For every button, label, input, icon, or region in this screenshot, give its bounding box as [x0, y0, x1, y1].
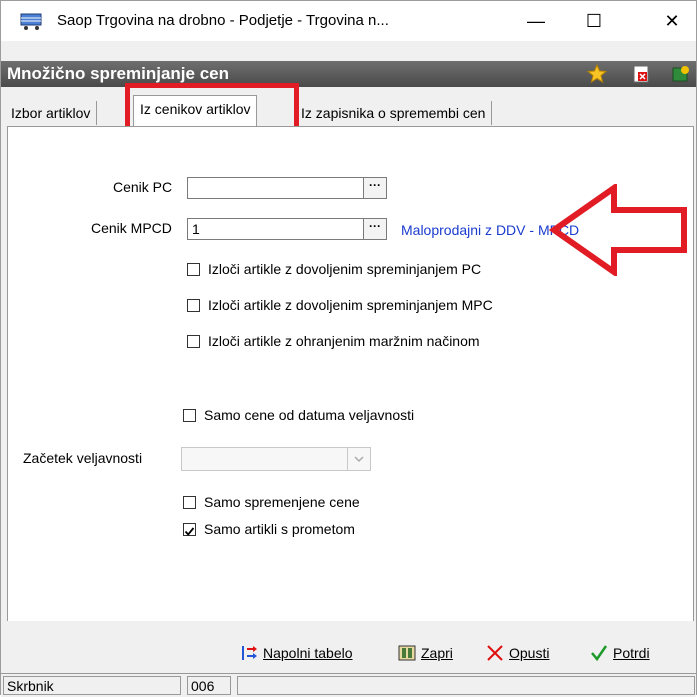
status-bar: Skrbnik 006	[1, 673, 696, 697]
cenik-pc-input[interactable]: ···	[187, 177, 387, 199]
tab-iz-zapisnika[interactable]: Iz zapisnika o spremembi cen	[295, 101, 493, 125]
checkbox-izloci-marzni[interactable]	[187, 335, 200, 348]
checkbox-izloci-pc[interactable]	[187, 263, 200, 276]
checkbox-samo-spremenjene-label: Samo spremenjene cene	[204, 494, 360, 510]
maximize-button[interactable]: ☐	[571, 1, 617, 41]
opusti-button[interactable]: Opusti	[485, 643, 549, 663]
minimize-button[interactable]: —	[513, 1, 559, 41]
checkmark-icon	[184, 527, 195, 536]
checkbox-izloci-pc-label: Izloči artikle z dovoljenim spreminjanje…	[208, 261, 482, 277]
checkbox-samo-cene-od-datuma-label: Samo cene od datuma veljavnosti	[204, 407, 415, 423]
status-user: Skrbnik	[3, 676, 181, 695]
cenik-pc-label: Cenik PC	[113, 179, 173, 195]
zapri-button[interactable]: Zapri	[397, 643, 453, 663]
red-arrow-annotation	[549, 184, 687, 276]
napolni-tabelo-label: Napolni tabelo	[263, 645, 353, 661]
application-window: Saop Trgovina na drobno - Podjetje - Trg…	[0, 0, 697, 697]
title-bar: Saop Trgovina na drobno - Podjetje - Trg…	[1, 1, 696, 41]
close-button[interactable]: ✕	[649, 1, 695, 41]
fill-table-icon	[242, 646, 257, 660]
status-message	[237, 676, 695, 695]
cenik-mpcd-value: 1	[192, 221, 200, 237]
checkbox-izloci-mpc-label: Izloči artikle z dovoljenim spreminjanje…	[208, 297, 493, 313]
opusti-label: Opusti	[509, 645, 550, 661]
checkbox-samo-spremenjene[interactable]	[183, 496, 196, 509]
zacetek-veljavnosti-label: Začetek veljavnosti	[23, 450, 143, 466]
zapri-label: Zapri	[421, 645, 453, 661]
dropdown-chevron-icon[interactable]	[347, 448, 370, 470]
tab-izbor-artiklov[interactable]: Izbor artiklov	[5, 101, 98, 125]
cenik-mpcd-input[interactable]: 1 ···	[187, 218, 387, 240]
confirm-check-icon	[591, 645, 608, 662]
tab-strip: Izbor artiklov Iz cenikov artiklov Iz za…	[5, 93, 695, 127]
checkbox-samo-artikli-promet[interactable]	[183, 523, 196, 536]
help-book-icon[interactable]	[671, 64, 691, 84]
checkbox-izloci-mpc[interactable]	[187, 299, 200, 312]
close-door-icon	[398, 645, 416, 661]
close-form-icon[interactable]	[631, 64, 651, 84]
zacetek-veljavnosti-select[interactable]	[181, 447, 371, 471]
cenik-mpcd-label: Cenik MPCD	[91, 220, 172, 236]
checkbox-izloci-marzni-label: Izloči artikle z ohranjenim maržnim nači…	[208, 333, 480, 349]
potrdi-label: Potrdi	[613, 645, 650, 661]
shopping-cart-icon	[20, 13, 42, 30]
action-bar: Napolni tabelo Zapri Opusti Potrdi	[1, 621, 696, 671]
form-title: Množično spreminjanje cen	[7, 64, 229, 83]
form-header: Množično spreminjanje cen	[1, 61, 696, 87]
checkbox-samo-artikli-promet-label: Samo artikli s prometom	[204, 521, 355, 537]
checkbox-samo-cene-od-datuma[interactable]	[183, 409, 196, 422]
status-code: 006	[187, 676, 231, 695]
cenik-pc-browse-button[interactable]: ···	[363, 178, 386, 198]
potrdi-button[interactable]: Potrdi	[589, 643, 650, 663]
napolni-tabelo-button[interactable]: Napolni tabelo	[239, 643, 353, 663]
window-title: Saop Trgovina na drobno - Podjetje - Trg…	[57, 12, 389, 29]
cancel-x-icon	[487, 645, 503, 661]
star-favorite-icon[interactable]	[587, 64, 607, 84]
cenik-mpcd-browse-button[interactable]: ···	[363, 219, 386, 239]
